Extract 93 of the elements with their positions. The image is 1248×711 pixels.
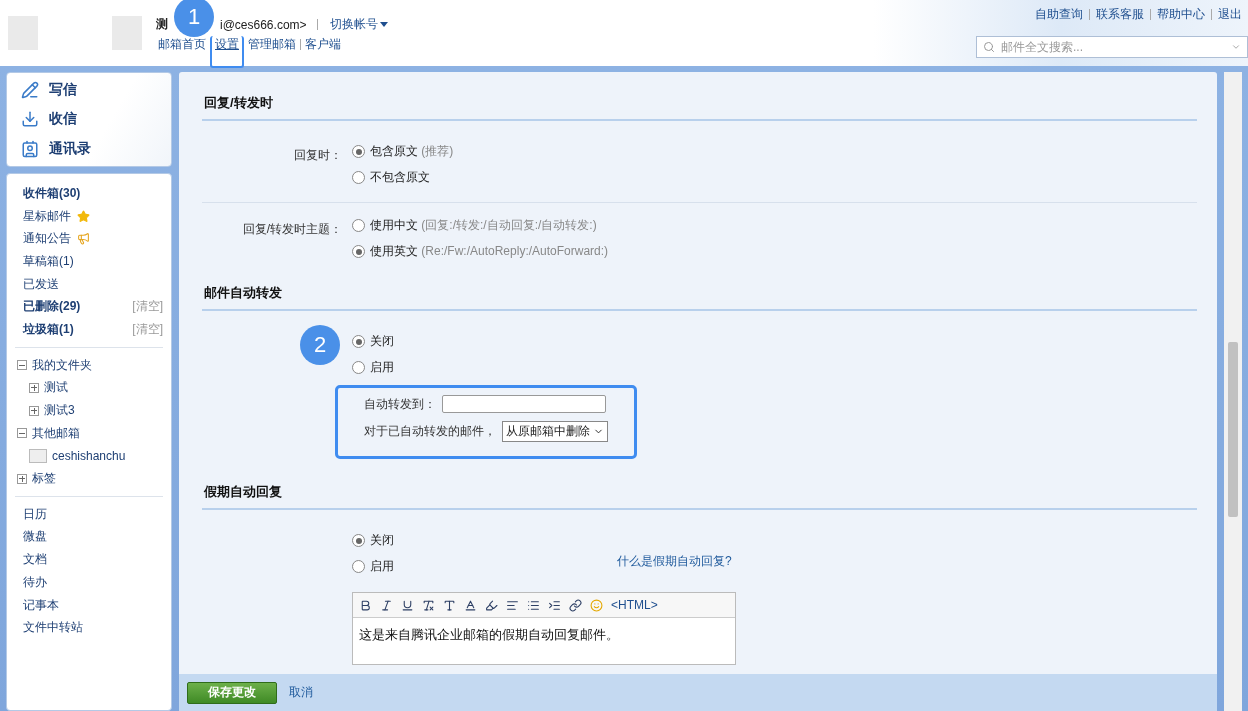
editor-body: 这是来自腾讯企业邮箱的假期自动回复邮件。	[358, 626, 620, 644]
folder-item[interactable]: 已删除(29) [清空]	[7, 295, 171, 319]
caret-icon	[379, 22, 388, 27]
align-icon[interactable]	[506, 598, 519, 612]
folder-tree-item[interactable]: 我的文件夹	[7, 353, 171, 377]
search-input[interactable]: 邮件全文搜索...	[999, 39, 1227, 55]
folder-item[interactable]: 垃圾箱(1) [清空]	[7, 318, 171, 341]
nav-link[interactable]: 邮箱首页	[156, 36, 208, 53]
font-size-icon[interactable]	[443, 598, 456, 612]
option-label: 启用	[370, 558, 394, 575]
app-item[interactable]: 微盘	[7, 525, 171, 549]
option-label: 包含原文 (推荐)	[370, 143, 454, 160]
folder-item[interactable]: 收件箱(30)	[7, 182, 171, 205]
search-field[interactable]: 邮件全文搜索...	[976, 36, 1248, 58]
list-icon[interactable]	[527, 598, 540, 612]
clear-format-icon[interactable]	[422, 598, 435, 612]
caret-icon	[1231, 42, 1241, 52]
app-item[interactable]: 记事本	[7, 593, 171, 617]
expand-icon[interactable]	[29, 405, 39, 416]
option-label: 关闭	[370, 532, 394, 549]
collapse-icon[interactable]	[17, 360, 27, 371]
setting-label: 回复时：	[294, 148, 342, 162]
field-label: 对于已自动转发的邮件，	[364, 423, 496, 440]
app-item[interactable]: 待办	[7, 571, 171, 594]
search-icon	[983, 41, 995, 53]
section-title: 邮件自动转发	[202, 272, 1197, 311]
contact-card-icon	[21, 140, 39, 159]
app-item[interactable]: 文件中转站	[7, 616, 171, 640]
top-link[interactable]: 帮助中心	[1155, 6, 1207, 23]
expand-icon[interactable]	[17, 473, 27, 484]
folder-tree-item[interactable]: ceshishanchu	[7, 444, 171, 468]
dropdown[interactable]: 从原邮箱中删除	[502, 421, 608, 442]
font-color-icon[interactable]	[464, 598, 477, 612]
radio-button[interactable]	[352, 171, 365, 184]
highlight-icon[interactable]	[485, 598, 498, 612]
html-toggle[interactable]: <HTML>	[611, 598, 658, 612]
radio-button[interactable]	[352, 560, 365, 573]
underline-icon[interactable]	[401, 598, 414, 612]
text-editor[interactable]: <HTML> 这是来自腾讯企业邮箱的假期自动回复邮件。	[352, 592, 736, 665]
input-field[interactable]	[442, 395, 606, 413]
italic-icon[interactable]	[380, 598, 393, 612]
option-label: 关闭	[370, 333, 394, 350]
option-label: 不包含原文	[370, 169, 430, 186]
radio-button[interactable]	[352, 534, 365, 547]
help-link[interactable]: 什么是假期自动回复?	[617, 553, 732, 570]
option-label: 使用英文 (Re:/Fw:/AutoReply:/AutoForward:)	[370, 243, 609, 260]
expand-icon[interactable]	[29, 382, 39, 393]
highlight-frame	[210, 36, 244, 68]
radio-button[interactable]	[352, 361, 365, 374]
top-link[interactable]: 联系客服	[1094, 6, 1146, 23]
link-icon[interactable]	[569, 598, 582, 612]
bold-icon[interactable]	[359, 598, 372, 612]
mailbox-icon	[29, 448, 47, 463]
folder-item[interactable]: 星标邮件	[7, 204, 171, 228]
section-title: 回复/转发时	[202, 82, 1197, 121]
radio-button[interactable]	[352, 145, 365, 158]
folder-tree-item[interactable]: 测试	[7, 376, 171, 400]
switch-account-link[interactable]: 切换帐号	[327, 16, 390, 33]
folder-tree-item[interactable]: 其他邮箱	[7, 421, 171, 445]
folder-tree-item[interactable]: 测试3	[7, 399, 171, 422]
pencil-icon	[21, 80, 39, 99]
cancel-link[interactable]: 取消	[289, 684, 313, 701]
folder-item[interactable]: 通知公告	[7, 227, 171, 251]
sidebar-action[interactable]: 写信	[21, 80, 157, 99]
setting-label: 回复/转发时主题：	[242, 222, 342, 236]
account-email: i@ces666.com>	[220, 17, 307, 32]
app-item[interactable]: 文档	[7, 548, 171, 571]
field-label: 自动转发到：	[364, 395, 436, 413]
option-label: 启用	[370, 359, 394, 376]
folder-tree-item[interactable]: 标签	[7, 467, 171, 490]
collapse-icon[interactable]	[17, 428, 27, 439]
speaker-icon	[77, 232, 90, 246]
nav-link[interactable]: 客户端	[303, 36, 343, 53]
download-icon	[21, 110, 39, 129]
account-name: 测	[156, 16, 168, 33]
step-badge: 2	[300, 325, 340, 365]
top-link[interactable]: 退出	[1216, 6, 1244, 23]
app-item[interactable]: 日历	[7, 502, 171, 526]
radio-button[interactable]	[352, 335, 365, 348]
scrollbar[interactable]	[1224, 72, 1242, 711]
option-label: 使用中文 (回复:/转发:/自动回复:/自动转发:)	[370, 217, 597, 234]
indent-icon[interactable]	[548, 598, 561, 612]
radio-button[interactable]	[352, 245, 365, 258]
folder-item[interactable]: 草稿箱(1)	[7, 250, 171, 273]
folder-item[interactable]: 已发送	[7, 272, 171, 296]
sidebar-action[interactable]: 通讯录	[21, 140, 157, 159]
nav-link[interactable]: 设置	[213, 36, 241, 53]
nav-link[interactable]: 管理邮箱	[246, 36, 298, 53]
top-link[interactable]: 自助查询	[1033, 6, 1085, 23]
sidebar-action[interactable]: 收信	[21, 110, 157, 129]
section-title: 假期自动回复	[202, 471, 1197, 510]
star-icon	[77, 209, 90, 223]
radio-button[interactable]	[352, 219, 365, 232]
